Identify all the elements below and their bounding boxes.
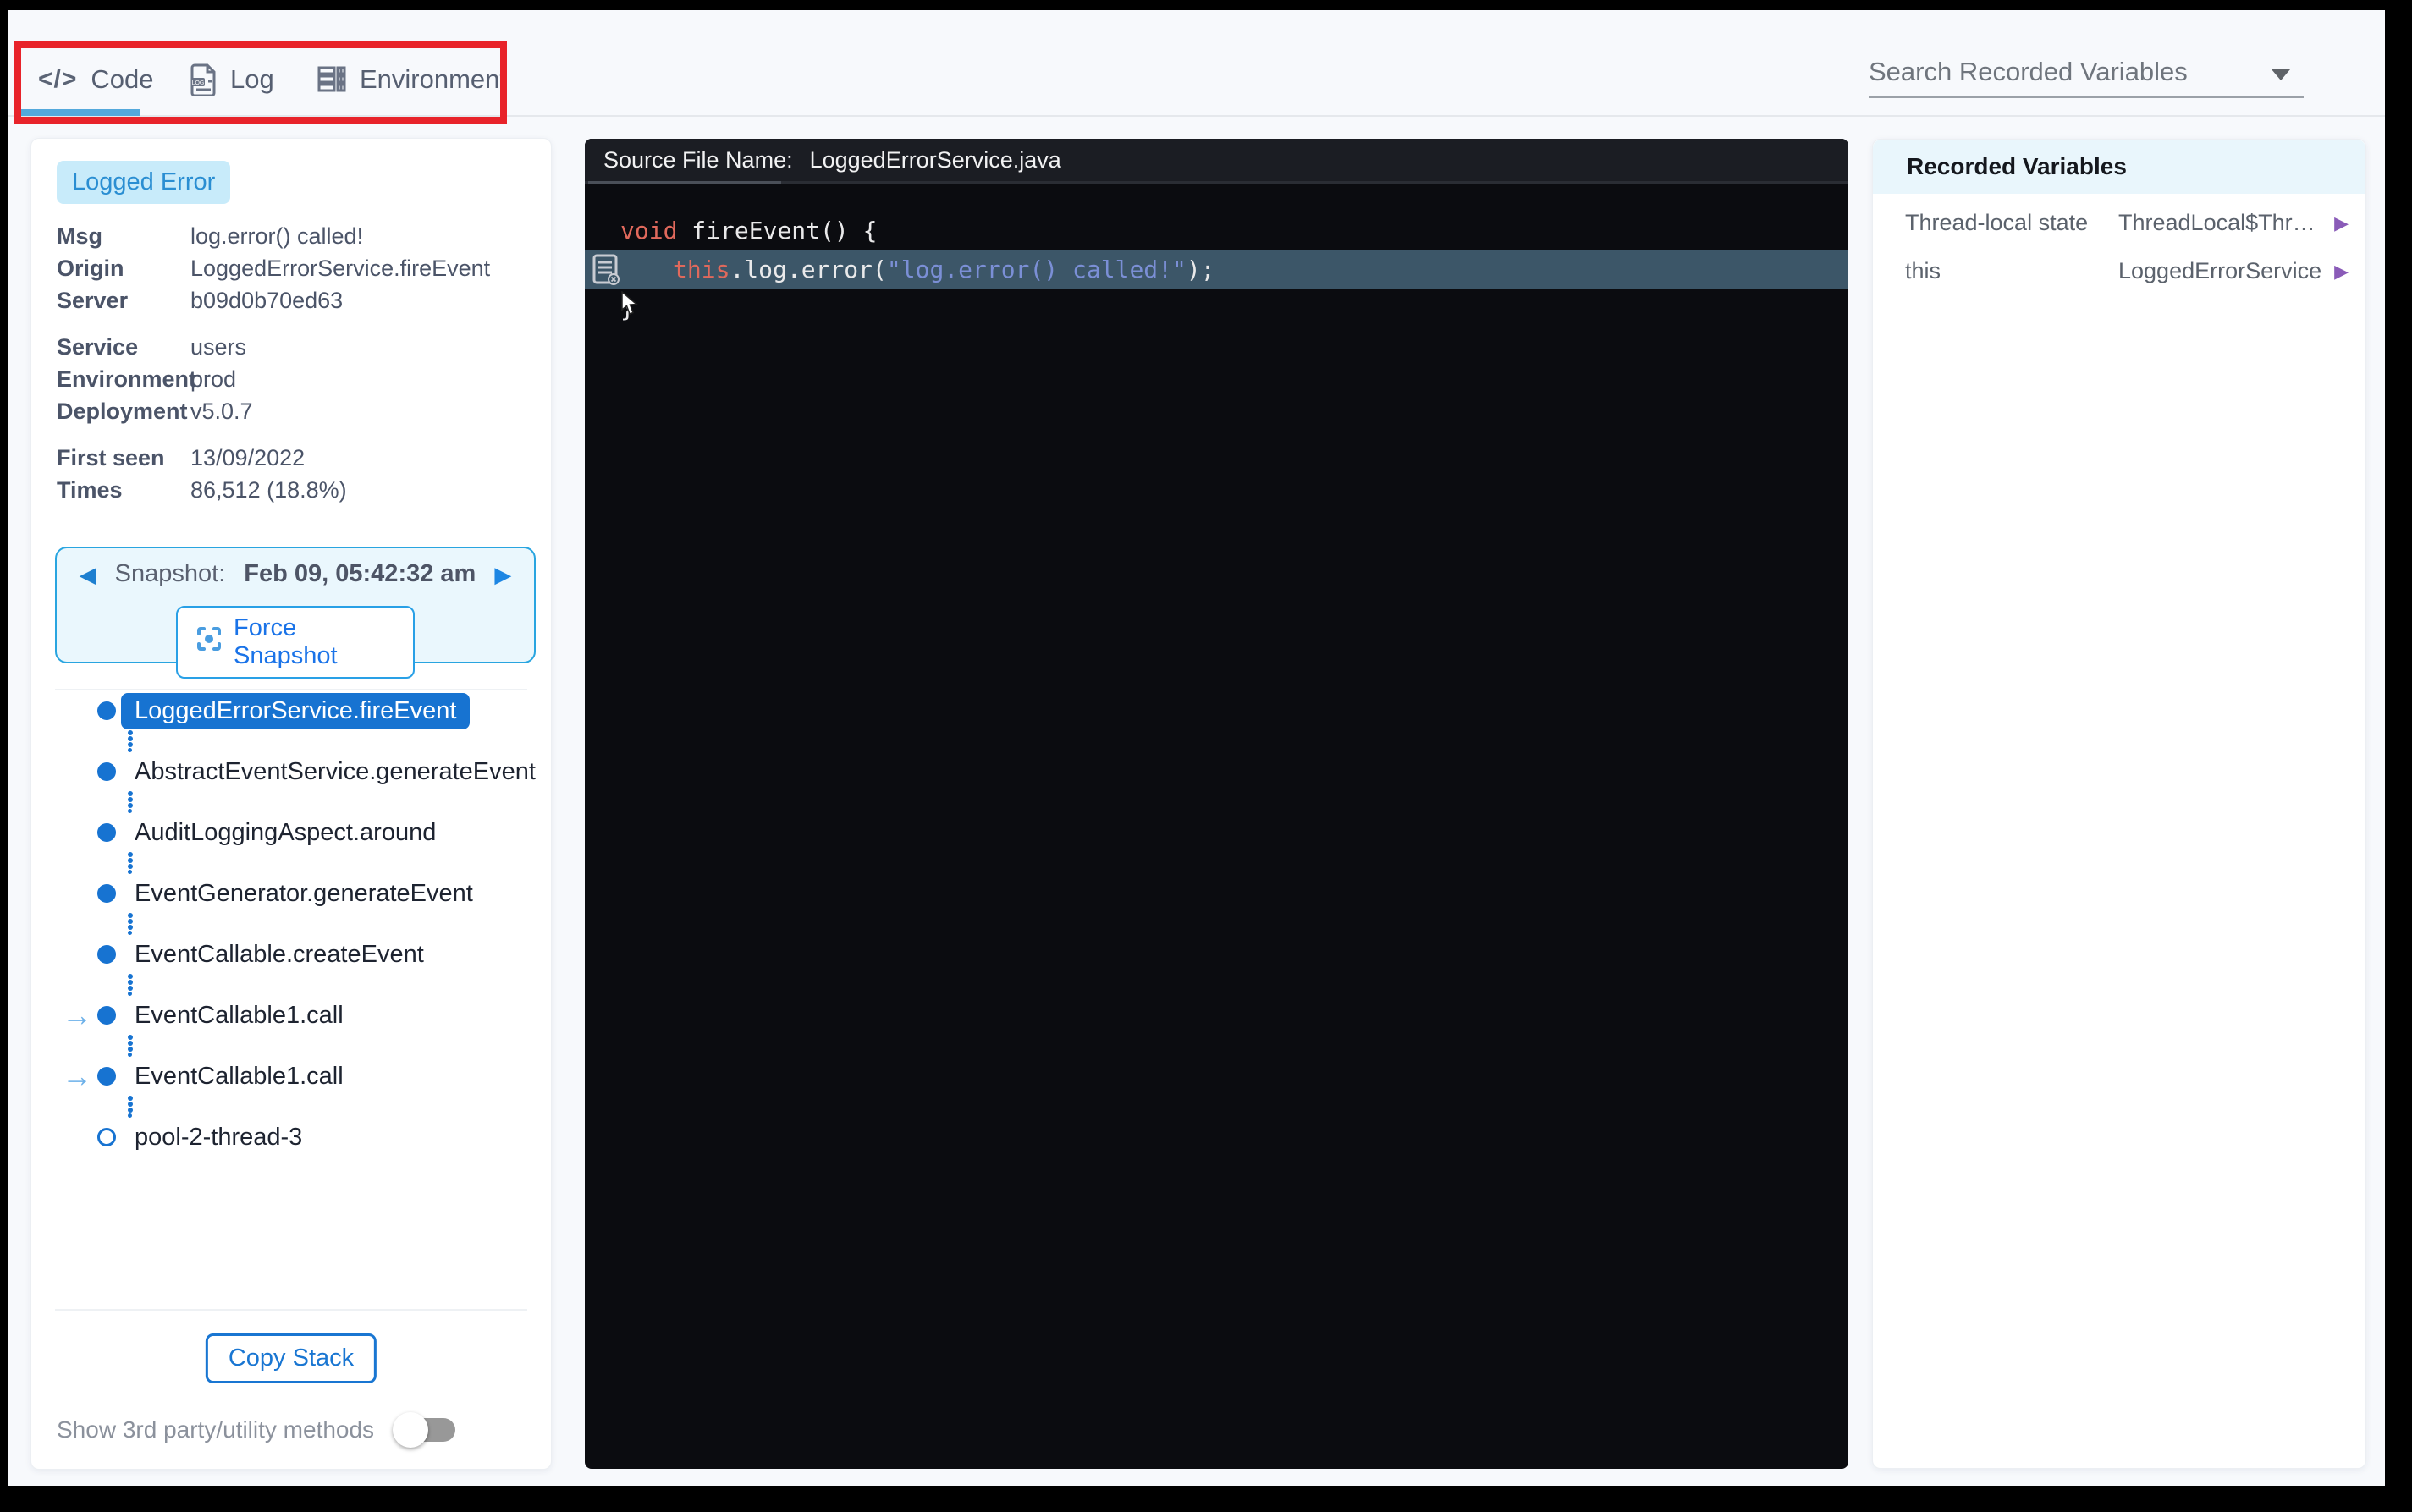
stack-connector	[128, 789, 537, 815]
app-window: </> Code LOG Log Environment Search Reco…	[8, 10, 2385, 1486]
stack-connector	[128, 850, 537, 876]
stack-connector	[128, 911, 537, 937]
stack-trace-list: →LoggedErrorService.fireEvent →AbstractE…	[57, 693, 537, 1155]
code-line-3: }	[585, 289, 1848, 327]
force-snapshot-button[interactable]: Force Snapshot	[176, 606, 415, 679]
stack-frame[interactable]: →EventCallable1.call	[57, 998, 537, 1033]
toggle-thumb	[393, 1412, 428, 1448]
error-details-panel: Logged Error Msglog.error() called! Orig…	[30, 138, 552, 1470]
recorded-variables-title: Recorded Variables	[1907, 153, 2127, 180]
code-editor-panel: Source File Name: LoggedErrorService.jav…	[585, 139, 1848, 1469]
editor-header-indicator	[588, 181, 781, 184]
tab-environment-label: Environment	[360, 64, 507, 95]
force-snapshot-label: Force Snapshot	[234, 614, 394, 670]
stack-frame-label-selected[interactable]: LoggedErrorService.fireEvent	[121, 693, 470, 729]
detail-row-times: Times86,512 (18.8%)	[57, 474, 534, 506]
frame-bullet-icon	[97, 762, 116, 781]
tab-log[interactable]: LOG Log	[190, 54, 274, 105]
frame-bullet-icon	[97, 701, 116, 720]
error-identity-group: Msglog.error() called! OriginLoggedError…	[57, 220, 534, 316]
variable-value: ThreadLocal$ThreadL…	[2118, 210, 2323, 236]
tabbar-divider	[8, 115, 2385, 117]
force-snapshot-icon	[196, 626, 222, 658]
divider	[55, 689, 527, 690]
code-icon: </>	[38, 65, 77, 94]
frame-bullet-icon	[97, 1006, 116, 1025]
search-select-label: Search Recorded Variables	[1869, 57, 2188, 87]
frame-bullet-icon	[97, 1067, 116, 1086]
copy-stack-button[interactable]: Copy Stack	[206, 1333, 377, 1383]
environment-icon	[317, 65, 346, 94]
chevron-down-icon	[2272, 69, 2290, 80]
editor-header-divider	[585, 181, 1848, 184]
stack-frame[interactable]: →LoggedErrorService.fireEvent	[57, 693, 537, 729]
recorded-variables-header: Recorded Variables	[1873, 140, 2365, 194]
active-tab-indicator	[21, 109, 140, 116]
stack-frame[interactable]: →EventGenerator.generateEvent	[57, 876, 537, 911]
code-line-1: void fireEvent() {	[585, 211, 1848, 250]
third-party-toggle-label: Show 3rd party/utility methods	[57, 1416, 374, 1443]
stack-connector	[128, 729, 537, 754]
detail-row-server: Serverb09d0b70ed63	[57, 284, 534, 316]
source-file-name: LoggedErrorService.java	[810, 147, 1061, 173]
expand-triangle-icon[interactable]: ▶	[2323, 261, 2349, 283]
stack-frame[interactable]: →EventCallable.createEvent	[57, 937, 537, 972]
detail-row-first-seen: First seen13/09/2022	[57, 442, 534, 474]
variable-name: this	[1905, 258, 2118, 284]
logpoint-gutter-icon[interactable]	[589, 253, 621, 285]
error-env-group: Serviceusers Environmentprod Deploymentv…	[57, 331, 534, 427]
svg-text:LOG: LOG	[192, 80, 205, 86]
detail-row-service: Serviceusers	[57, 331, 534, 363]
snapshot-prefix: Snapshot:	[115, 560, 226, 588]
stack-connector	[128, 1094, 537, 1119]
tab-environment[interactable]: Environment	[317, 54, 507, 105]
status-badge: Logged Error	[57, 161, 230, 204]
snapshot-navigator: ◀ Snapshot: Feb 09, 05:42:32 am ▶ Force …	[55, 547, 536, 663]
variable-row[interactable]: Thread-local state ThreadLocal$ThreadL… …	[1905, 199, 2349, 247]
error-stats-group: First seen13/09/2022 Times86,512 (18.8%)	[57, 442, 534, 506]
code-line-2-highlighted[interactable]: this.log.error("log.error() called!");	[585, 250, 1848, 289]
snapshot-next-button[interactable]: ▶	[494, 564, 511, 586]
variable-value: LoggedErrorService	[2118, 258, 2323, 284]
stack-frame[interactable]: →EventCallable1.call	[57, 1058, 537, 1094]
stack-connector	[128, 972, 537, 998]
recorded-variables-list: Thread-local state ThreadLocal$ThreadL… …	[1873, 194, 2365, 295]
frame-bullet-icon	[97, 884, 116, 903]
editor-header: Source File Name: LoggedErrorService.jav…	[585, 139, 1848, 181]
frame-bullet-icon	[97, 823, 116, 842]
expand-triangle-icon[interactable]: ▶	[2323, 212, 2349, 234]
variable-name: Thread-local state	[1905, 210, 2118, 236]
stack-frame[interactable]: →AuditLoggingAspect.around	[57, 815, 537, 850]
tab-code[interactable]: </> Code	[38, 54, 153, 105]
snapshot-timestamp: Feb 09, 05:42:32 am	[244, 560, 476, 588]
variable-row[interactable]: this LoggedErrorService ▶	[1905, 247, 2349, 295]
divider	[55, 1309, 527, 1311]
recursion-arrow-icon: →	[57, 1000, 97, 1031]
detail-row-deployment: Deploymentv5.0.7	[57, 395, 534, 427]
frame-bullet-icon	[97, 945, 116, 964]
stack-connector	[128, 1033, 537, 1058]
stack-frame-thread[interactable]: →pool-2-thread-3	[57, 1119, 537, 1155]
recorded-variables-panel: Recorded Variables Thread-local state Th…	[1872, 139, 2366, 1469]
mouse-cursor-icon	[620, 291, 639, 321]
detail-row-origin: OriginLoggedErrorService.fireEvent	[57, 252, 534, 284]
recursion-arrow-icon: →	[57, 1061, 97, 1091]
stack-frame[interactable]: →AbstractEventService.generateEvent	[57, 754, 537, 789]
detail-row-msg: Msglog.error() called!	[57, 220, 534, 252]
tab-code-label: Code	[91, 64, 153, 95]
source-file-label: Source File Name:	[603, 147, 793, 173]
third-party-toggle-row: Show 3rd party/utility methods	[57, 1416, 455, 1443]
tab-log-label: Log	[230, 64, 274, 95]
search-recorded-variables-select[interactable]: Search Recorded Variables	[1869, 47, 2304, 98]
detail-row-environment: Environmentprod	[57, 363, 534, 395]
log-icon: LOG	[190, 63, 217, 96]
snapshot-prev-button[interactable]: ◀	[80, 564, 96, 586]
third-party-toggle[interactable]	[396, 1418, 455, 1442]
thread-bullet-icon	[97, 1128, 116, 1146]
